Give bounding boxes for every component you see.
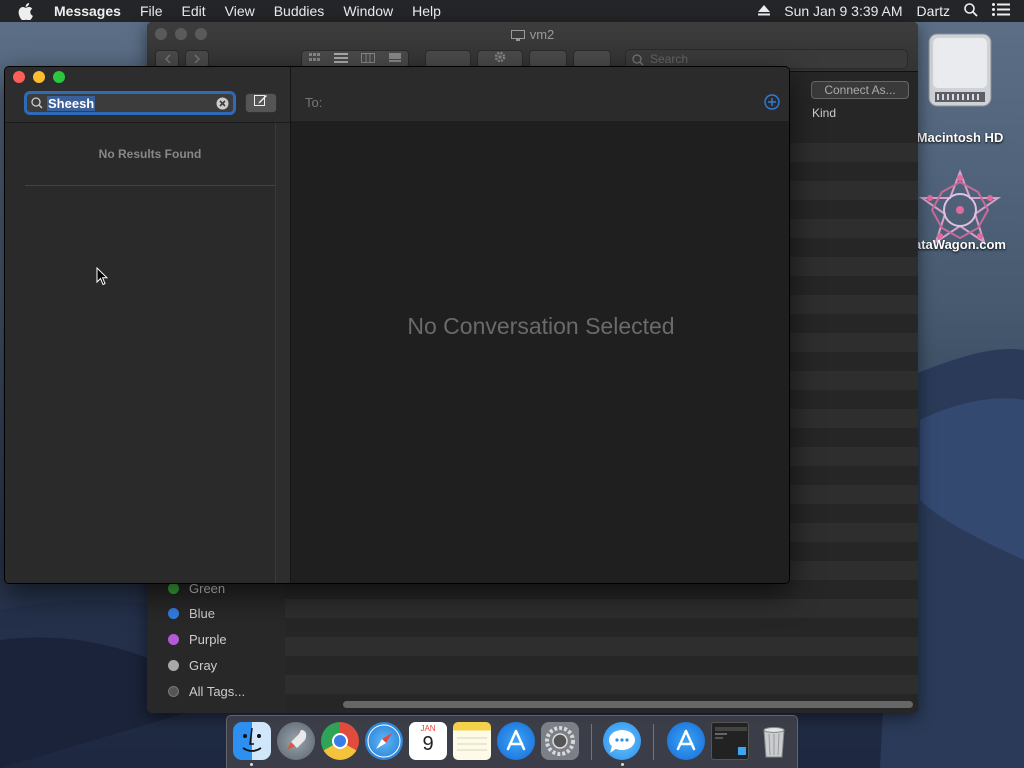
sidebar-divider: [25, 185, 275, 186]
empty-state-label: No Conversation Selected: [407, 313, 675, 339]
finder-icon[interactable]: [233, 722, 271, 760]
sidebar-tag-blue[interactable]: Blue: [168, 606, 215, 621]
eject-icon[interactable]: [758, 3, 771, 19]
calendar-day: 9: [422, 733, 434, 755]
app-store-icon[interactable]: [497, 722, 535, 760]
minimize-button[interactable]: [33, 71, 45, 83]
system-preferences-icon[interactable]: [541, 722, 579, 760]
clear-search-icon[interactable]: [216, 97, 229, 115]
trash-icon[interactable]: [755, 722, 793, 760]
dock-separator: [591, 724, 592, 760]
menu-view[interactable]: View: [225, 3, 255, 19]
compose-button[interactable]: [245, 93, 277, 113]
app-store-icon[interactable]: [667, 722, 705, 760]
add-recipient-icon[interactable]: [764, 94, 780, 115]
conversations-sidebar: Sheesh No Results Found: [5, 67, 290, 583]
compose-icon: [254, 94, 268, 112]
notes-icon[interactable]: [453, 722, 491, 760]
column-header-kind[interactable]: Kind: [787, 102, 918, 124]
search-icon: [31, 97, 43, 109]
screenshot-icon[interactable]: [711, 722, 749, 760]
desktop-icon-datawagon[interactable]: ataWagon.com: [910, 168, 1010, 252]
menu-app-name[interactable]: Messages: [54, 3, 121, 19]
menu-edit[interactable]: Edit: [182, 3, 206, 19]
close-button[interactable]: [13, 71, 25, 83]
sidebar-header: Sheesh: [5, 67, 290, 123]
zoom-button[interactable]: [53, 71, 65, 83]
hard-drive-icon: [928, 33, 992, 107]
conversation-search-field[interactable]: Sheesh: [24, 91, 236, 115]
connect-as-button[interactable]: Connect As...: [811, 81, 909, 99]
safari-icon[interactable]: [365, 722, 403, 760]
sidebar-tag-purple[interactable]: Purple: [168, 632, 227, 647]
to-label: To:: [305, 95, 323, 110]
sidebar-scrollbar[interactable]: [275, 123, 290, 583]
tag-label: Purple: [189, 632, 227, 647]
tag-label: Blue: [189, 606, 216, 621]
conversation-pane: To: No Conversation Selected: [291, 67, 789, 583]
tag-color-dot: [168, 634, 179, 645]
running-indicator: [250, 763, 253, 766]
chrome-icon[interactable]: [321, 722, 359, 760]
all-tags-icon: [168, 686, 179, 697]
finder-titlebar[interactable]: vm2 Search: [147, 22, 918, 72]
menu-bar-extras: Sun Jan 9 3:39 AM Dartz: [758, 0, 1024, 22]
menu-buddies[interactable]: Buddies: [274, 3, 325, 19]
menu-help[interactable]: Help: [412, 3, 441, 19]
calendar-icon[interactable]: JAN 9: [409, 722, 447, 760]
menu-user[interactable]: Dartz: [917, 3, 950, 19]
running-indicator: [621, 763, 624, 766]
desktop-icon-macintosh-hd[interactable]: Macintosh HD: [910, 32, 1010, 145]
messages-window[interactable]: Sheesh No Results Found To: No Conversat…: [4, 66, 790, 584]
calendar-month: JAN: [409, 722, 447, 733]
menu-bar: Messages File Edit View Buddies Window H…: [0, 0, 1024, 22]
monitor-icon: [510, 29, 525, 41]
messages-window-controls: [13, 71, 65, 83]
finder-title-text: vm2: [529, 27, 555, 42]
finder-title: vm2: [147, 27, 918, 42]
menu-clock[interactable]: Sun Jan 9 3:39 AM: [784, 3, 902, 19]
horizontal-scrollbar[interactable]: [343, 701, 913, 708]
tag-label: Gray: [189, 658, 218, 673]
apple-menu-icon[interactable]: [18, 2, 38, 20]
sidebar-all-tags[interactable]: All Tags...: [168, 684, 245, 699]
tag-label: All Tags...: [189, 684, 246, 699]
menu-window[interactable]: Window: [343, 3, 393, 19]
dock-separator: [653, 724, 654, 760]
tag-color-dot: [168, 583, 179, 594]
dock: JAN 9: [226, 715, 798, 768]
no-results-label: No Results Found: [98, 147, 202, 161]
search-input[interactable]: Sheesh: [47, 95, 96, 111]
notification-center-icon[interactable]: [992, 3, 1010, 19]
recipient-bar[interactable]: To:: [291, 67, 789, 121]
spotlight-icon[interactable]: [964, 2, 978, 20]
tag-color-dot: [168, 608, 179, 619]
desktop-icon-label: ataWagon.com: [914, 237, 1006, 252]
messages-icon[interactable]: [603, 722, 641, 760]
mouse-pointer-icon: [96, 267, 108, 286]
finder-search-placeholder: Search: [650, 52, 689, 66]
sidebar-tag-gray[interactable]: Gray: [168, 658, 217, 673]
menu-file[interactable]: File: [140, 3, 163, 19]
tag-color-dot: [168, 660, 179, 671]
desktop-icon-label: Macintosh HD: [916, 130, 1004, 145]
launchpad-icon[interactable]: [277, 722, 315, 760]
